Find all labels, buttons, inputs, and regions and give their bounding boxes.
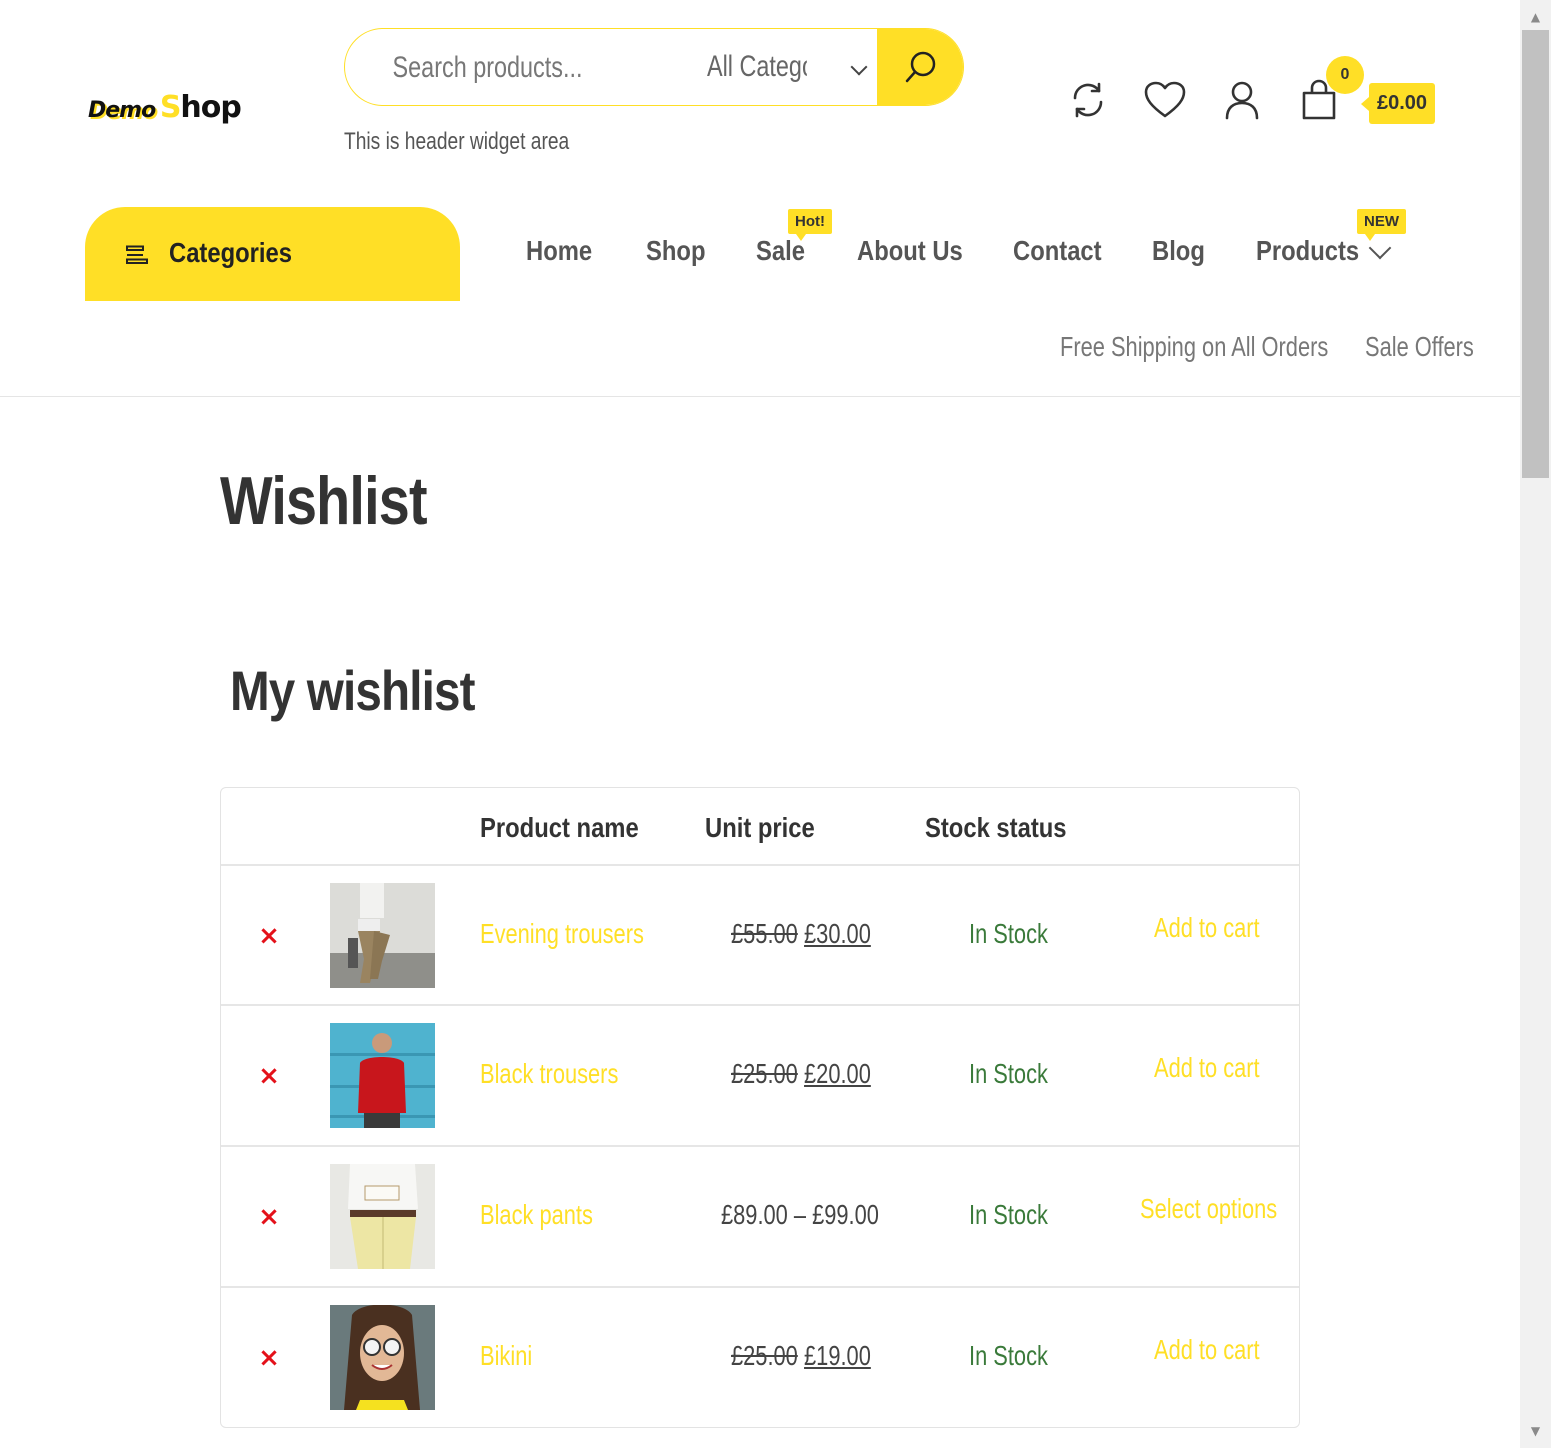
user-icon: [1225, 81, 1259, 120]
nav-item-blog[interactable]: Blog: [1152, 235, 1205, 267]
nav-item-shop[interactable]: Shop: [646, 235, 706, 267]
stock-status: In Stock: [969, 1058, 1048, 1089]
remove-item-button[interactable]: ×: [257, 1204, 281, 1230]
select-options-button[interactable]: Select options: [1140, 1193, 1277, 1225]
nav-item-about-us[interactable]: About Us: [857, 235, 963, 267]
nav-item-products[interactable]: Products: [1256, 235, 1359, 267]
section-title: My wishlist: [230, 659, 475, 722]
site-logo[interactable]: Demo Shop: [88, 90, 242, 125]
sale-hot-badge: Hot!: [788, 209, 832, 241]
product-thumbnail[interactable]: [330, 1305, 435, 1410]
chevron-down-icon: [850, 58, 868, 76]
product-price: £89.00 – £99.00: [721, 1199, 879, 1230]
wishlist-button[interactable]: [1141, 76, 1189, 124]
table-row: × Evening trousers £55.00 £30.00 In Stock…: [221, 866, 1299, 1006]
compare-button[interactable]: [1064, 76, 1112, 124]
product-image: [330, 1023, 435, 1128]
product-name-link[interactable]: Black trousers: [480, 1058, 618, 1090]
nav-item-contact[interactable]: Contact: [1013, 235, 1102, 267]
product-price: £25.00 £20.00: [731, 1058, 871, 1089]
heart-icon: [1144, 81, 1186, 118]
categories-label: Categories: [169, 237, 293, 268]
subnav-free-shipping[interactable]: Free Shipping on All Orders: [1060, 331, 1328, 363]
page-title: Wishlist: [220, 463, 428, 539]
cart-total[interactable]: £0.00: [1361, 83, 1435, 124]
scroll-down-arrow-icon[interactable]: ▼: [1520, 1416, 1551, 1446]
account-button[interactable]: [1218, 76, 1266, 124]
remove-item-button[interactable]: ×: [257, 1063, 281, 1089]
category-select[interactable]: All Categories: [707, 41, 873, 93]
subnav-sale-offers[interactable]: Sale Offers: [1365, 331, 1474, 363]
product-image: [330, 883, 435, 988]
vertical-scrollbar[interactable]: ▲ ▼: [1520, 0, 1551, 1448]
search-input[interactable]: [391, 41, 621, 95]
menu-icon: [126, 245, 148, 264]
stock-status: In Stock: [969, 1340, 1048, 1371]
product-image: [330, 1164, 435, 1269]
table-row: × Black pants £89.00 – £99.00 In Stock S…: [221, 1147, 1299, 1287]
product-image: [330, 1305, 435, 1410]
search-icon: [905, 51, 935, 83]
product-price: £55.00 £30.00: [731, 918, 871, 949]
logo-demo: Demo: [88, 98, 156, 123]
product-name-link[interactable]: Bikini: [480, 1340, 532, 1372]
logo-shop: Shop: [159, 90, 242, 125]
search-form: All Categories: [344, 28, 964, 106]
category-select-value: All Categories: [707, 50, 807, 83]
wishlist-table: Product name Unit price Stock status × E…: [220, 787, 1300, 1428]
refresh-icon: [1073, 82, 1103, 118]
header-stock-status: Stock status: [925, 812, 1067, 843]
table-row: × Bikini £25.00 £19.00 In Stock Add to ca…: [221, 1288, 1299, 1428]
product-thumbnail[interactable]: [330, 1023, 435, 1128]
product-price: £25.00 £19.00: [731, 1340, 871, 1371]
scrollbar-thumb[interactable]: [1522, 30, 1549, 478]
header-product-name: Product name: [480, 812, 639, 843]
product-name-link[interactable]: Evening trousers: [480, 918, 644, 950]
categories-menu-button[interactable]: Categories: [85, 207, 460, 301]
nav-item-home[interactable]: Home: [526, 235, 592, 267]
products-new-badge: NEW: [1357, 209, 1406, 241]
stock-status: In Stock: [969, 918, 1048, 949]
scroll-up-arrow-icon[interactable]: ▲: [1520, 2, 1551, 32]
product-name-link[interactable]: Black pants: [480, 1199, 593, 1231]
header-widget-text: This is header widget area: [344, 128, 570, 155]
stock-status: In Stock: [969, 1199, 1048, 1230]
remove-item-button[interactable]: ×: [257, 923, 281, 949]
header-divider: [0, 396, 1520, 397]
cart-count-badge: 0: [1326, 56, 1364, 94]
add-to-cart-button[interactable]: Add to cart: [1154, 1052, 1260, 1084]
add-to-cart-button[interactable]: Add to cart: [1154, 1334, 1260, 1366]
remove-item-button[interactable]: ×: [257, 1345, 281, 1371]
page: Demo Shop All Categories This is header …: [0, 0, 1520, 1448]
product-thumbnail[interactable]: [330, 883, 435, 988]
add-to-cart-button[interactable]: Add to cart: [1154, 912, 1260, 944]
table-row: × Black trousers £25.00 £20.00 In Stock A…: [221, 1006, 1299, 1146]
search-button[interactable]: [877, 29, 963, 105]
product-thumbnail[interactable]: [330, 1164, 435, 1269]
header-unit-price: Unit price: [705, 812, 815, 843]
